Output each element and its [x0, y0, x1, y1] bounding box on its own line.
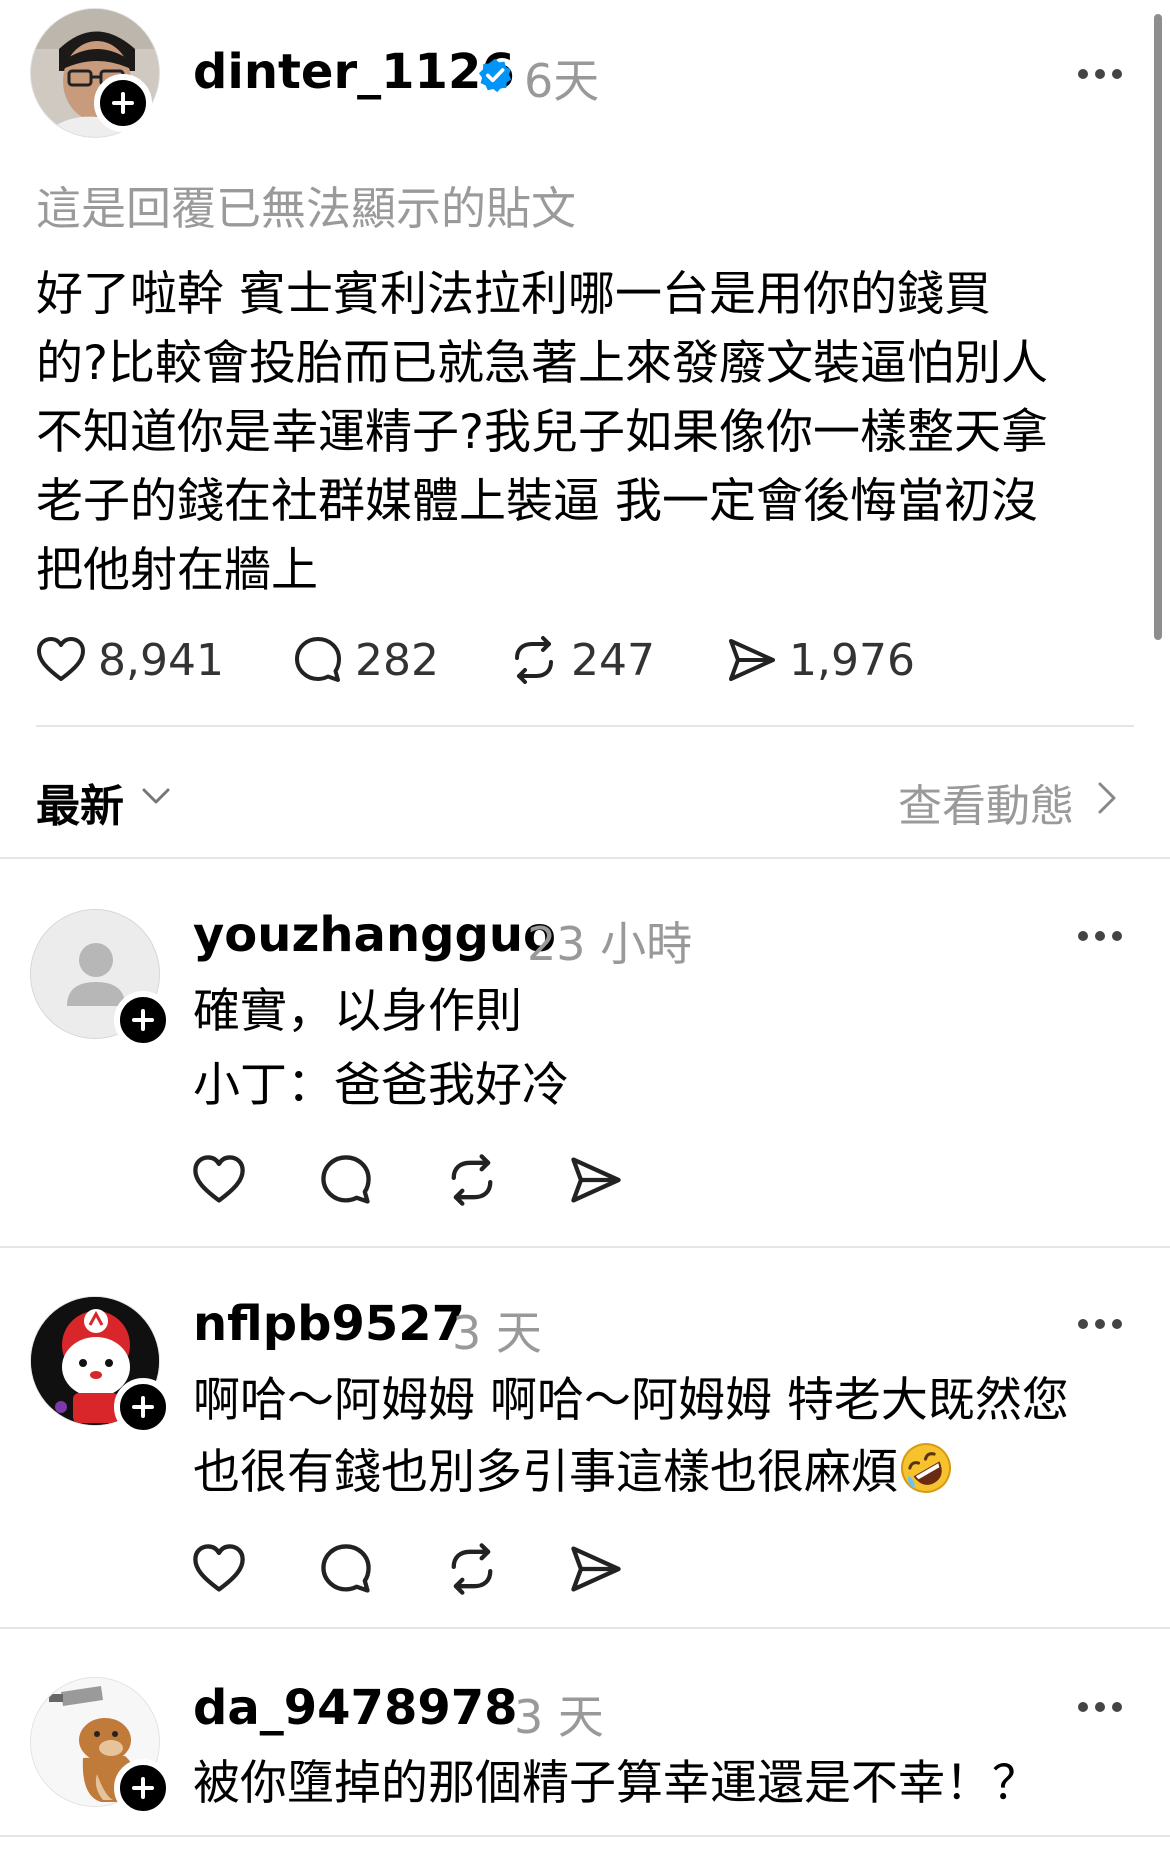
follow-plus-button[interactable]: [114, 1378, 172, 1436]
comment-username[interactable]: youzhangguo: [193, 907, 556, 963]
heart-icon[interactable]: [190, 1540, 248, 1598]
repost-count: 247: [571, 634, 655, 686]
scrollbar[interactable]: [1154, 14, 1162, 640]
post-username[interactable]: dinter_1126: [193, 44, 515, 100]
share-count: 1,976: [789, 634, 915, 686]
section-divider: [0, 1246, 1170, 1248]
comment-line: 也很有錢也別多引事這樣也很麻煩: [193, 1437, 954, 1509]
section-divider: [0, 1627, 1170, 1629]
more-options-icon[interactable]: [1078, 1702, 1122, 1714]
post-line: 把他射在牆上: [36, 543, 318, 598]
follow-plus-button[interactable]: [94, 74, 152, 132]
section-divider: [0, 857, 1170, 859]
comment-time: 3 天: [514, 1690, 604, 1744]
heart-icon[interactable]: [190, 1151, 248, 1209]
comment-time: 3 天: [452, 1306, 542, 1360]
comment-line: 小丁：爸爸我好冷: [193, 1058, 569, 1113]
like-count: 8,941: [98, 634, 224, 686]
repost-icon[interactable]: [443, 1151, 501, 1209]
more-options-icon[interactable]: [1078, 931, 1122, 943]
send-icon[interactable]: [567, 1540, 625, 1598]
follow-plus-button[interactable]: [114, 991, 172, 1049]
more-options-icon[interactable]: [1078, 1319, 1122, 1331]
post-line: 的?比較會投胎而已就急著上來發廢文裝逼怕別人: [36, 336, 1048, 391]
comment-line: 啊哈～阿姆姆 啊哈～阿姆姆 特老大既然您: [193, 1373, 1069, 1428]
send-icon: [729, 639, 775, 681]
post-line: 老子的錢在社群媒體上裝逼 我一定會後悔當初沒: [36, 474, 1038, 529]
divider: [36, 725, 1134, 727]
comment-button[interactable]: 282: [291, 632, 439, 688]
comment-username[interactable]: da_9478978: [193, 1680, 518, 1736]
post-body: 好了啦幹 賓士賓利法拉利哪一台是用你的錢買 的?比較會投胎而已就急著上來發廢文裝…: [36, 260, 1126, 605]
post-author-avatar[interactable]: [30, 8, 160, 138]
reply-context-note: 這是回覆已無法顯示的貼文: [36, 182, 577, 235]
view-activity-link[interactable]: 查看動態: [898, 770, 1074, 834]
repost-button[interactable]: 247: [507, 632, 655, 688]
chevron-right-icon[interactable]: [1088, 778, 1124, 818]
comment-bubble-icon[interactable]: [317, 1151, 375, 1209]
rolling-on-floor-laughing-emoji-icon: [901, 1443, 951, 1493]
share-button[interactable]: 1,976: [725, 632, 915, 688]
post-time: 6天: [524, 54, 600, 108]
heart-icon: [37, 637, 85, 681]
send-icon[interactable]: [567, 1151, 625, 1209]
comment-time: 23 小時: [527, 917, 693, 971]
comment-bubble-icon: [295, 637, 341, 682]
more-options-icon[interactable]: [1078, 69, 1122, 81]
post-line: 不知道你是幸運精子?我兒子如果像你一樣整天拿: [36, 405, 1048, 460]
repost-icon: [515, 636, 553, 684]
comment-avatar[interactable]: [30, 1677, 172, 1817]
comment-bubble-icon[interactable]: [317, 1540, 375, 1598]
post-line: 好了啦幹 賓士賓利法拉利哪一台是用你的錢買: [36, 267, 991, 322]
comment-avatar[interactable]: [30, 909, 172, 1049]
comment-avatar[interactable]: [30, 1296, 172, 1436]
like-button[interactable]: 8,941: [34, 632, 224, 688]
comment-line: 確實，以身作則: [193, 984, 522, 1039]
comment-username[interactable]: nflpb9527: [193, 1296, 465, 1352]
chevron-down-icon[interactable]: [138, 778, 174, 814]
repost-icon[interactable]: [443, 1540, 501, 1598]
comment-count: 282: [355, 634, 439, 686]
sort-dropdown-label[interactable]: 最新: [36, 770, 124, 834]
comment-line: 被你墮掉的那個精子算幸運還是不幸！？: [193, 1756, 1039, 1811]
section-divider: [0, 1835, 1170, 1837]
comment-line-text: 也很有錢也別多引事這樣也很麻煩: [193, 1445, 898, 1500]
follow-plus-button[interactable]: [114, 1759, 172, 1817]
verified-badge-icon: [478, 58, 512, 93]
